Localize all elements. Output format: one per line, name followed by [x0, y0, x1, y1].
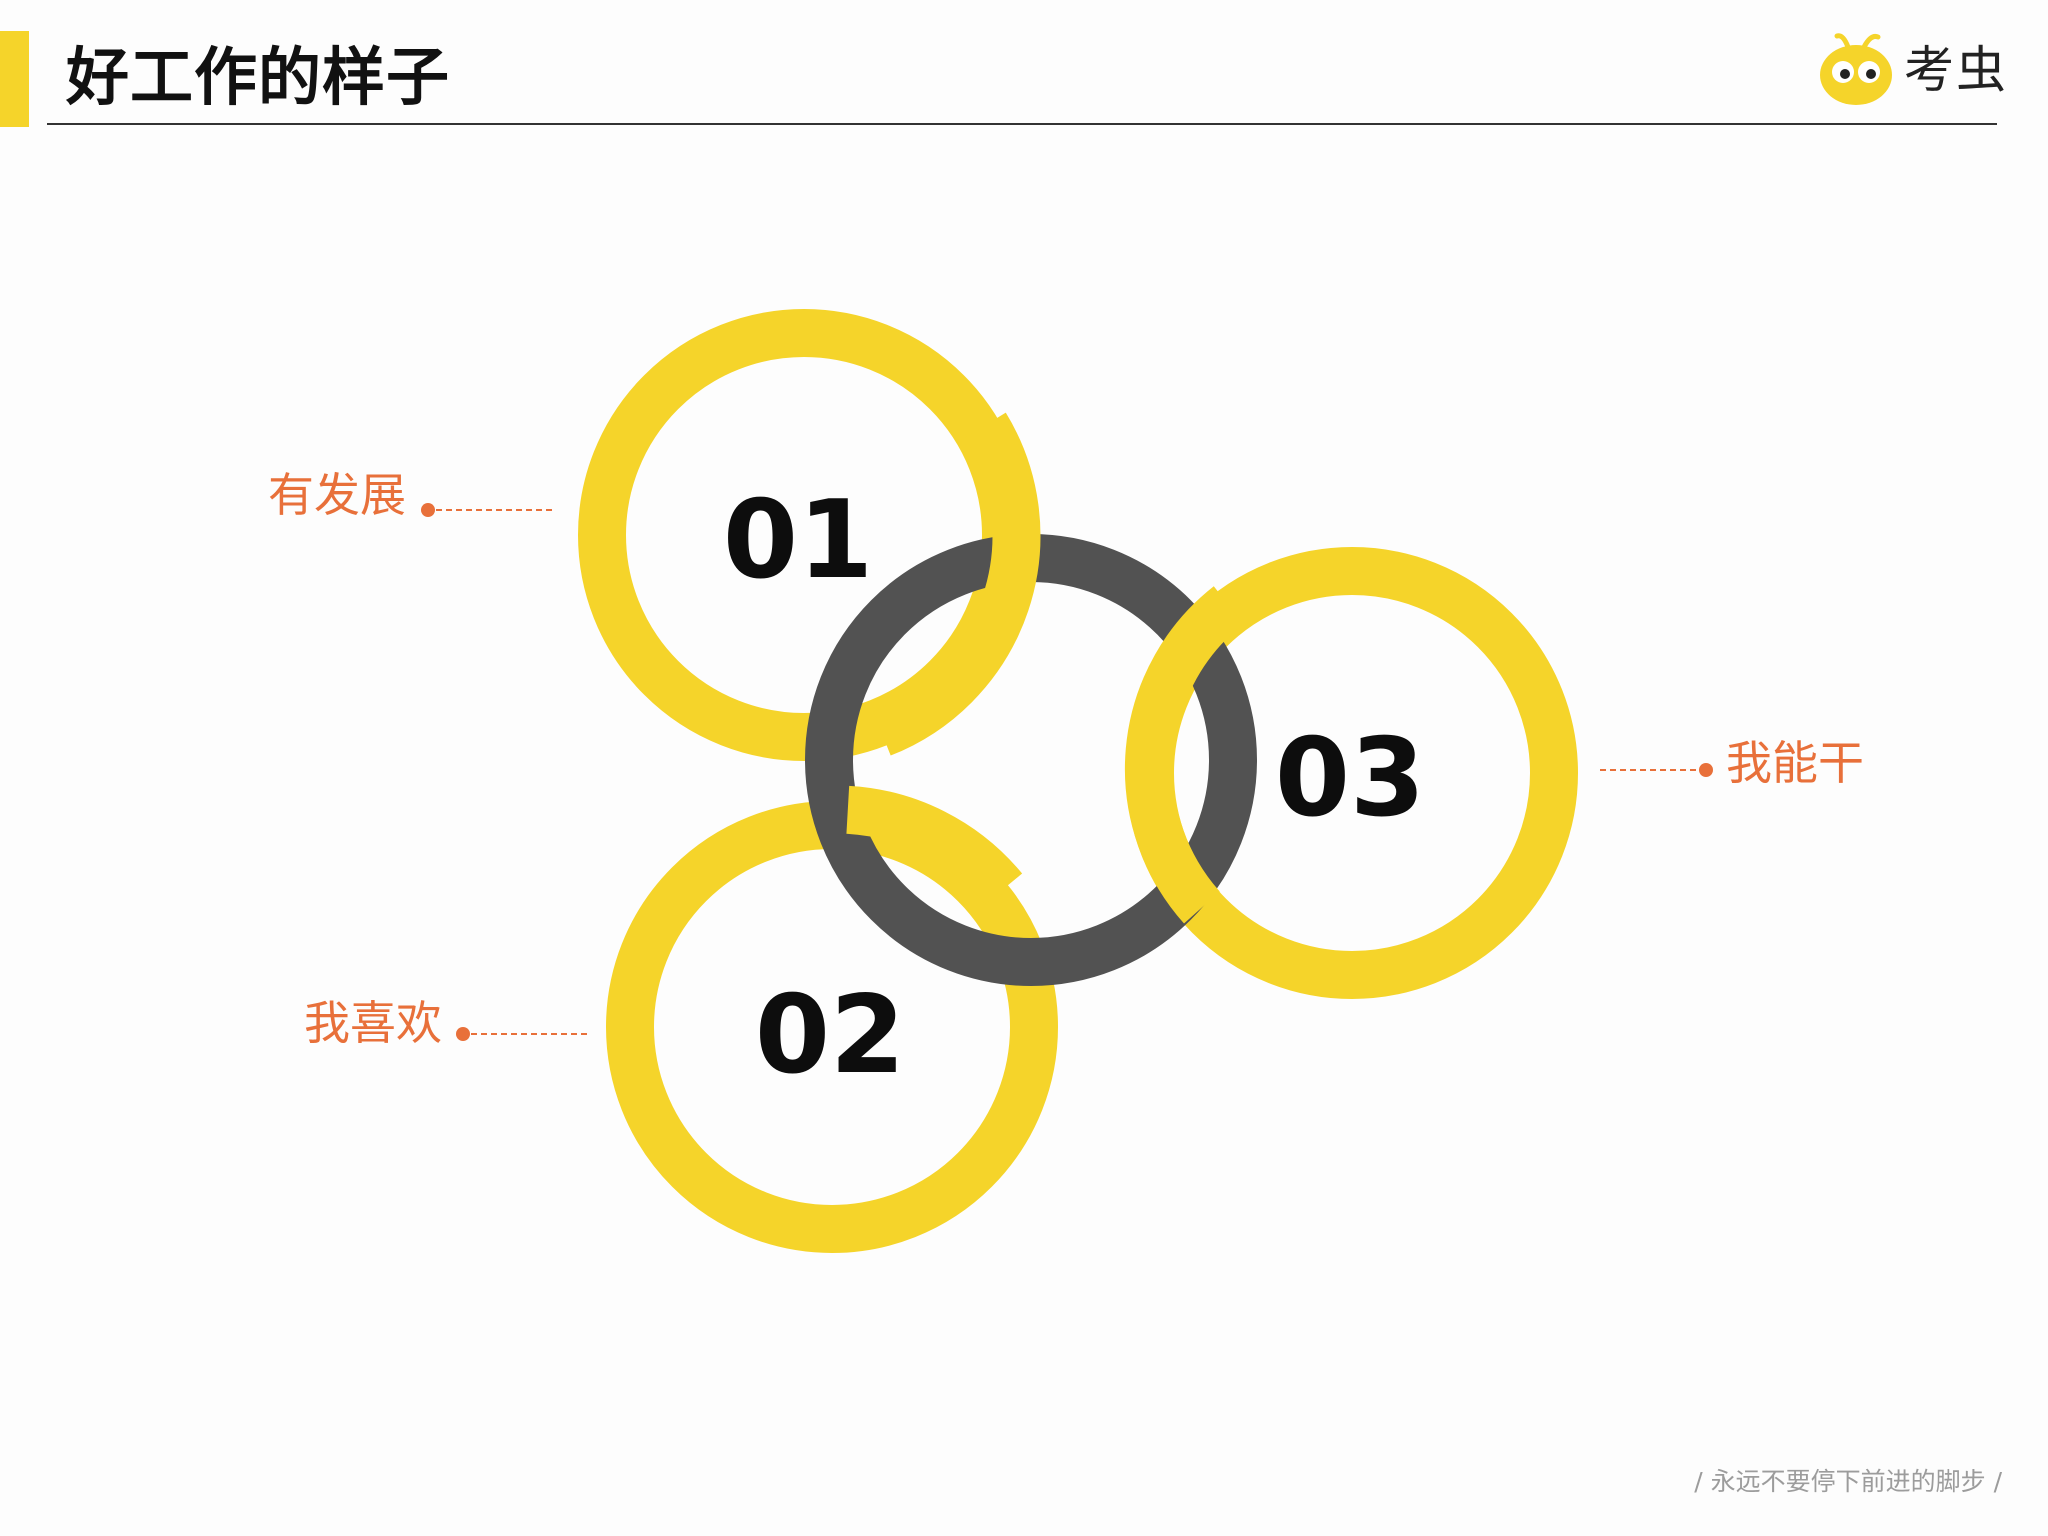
callout-03-dot	[1699, 763, 1713, 777]
callout-01-label: 有发展	[268, 468, 406, 522]
callout-03-label: 我能干	[1726, 736, 1864, 790]
ring-02-number: 02	[755, 973, 905, 1098]
callout-02-label: 我喜欢	[304, 996, 442, 1050]
callout-01-dot	[421, 503, 435, 517]
footer-slogan: / 永远不要停下前进的脚步 /	[1694, 1467, 2002, 1496]
callout-02-dot	[456, 1027, 470, 1041]
ring-01-number: 01	[723, 478, 873, 603]
ring-03-number: 03	[1275, 716, 1425, 841]
